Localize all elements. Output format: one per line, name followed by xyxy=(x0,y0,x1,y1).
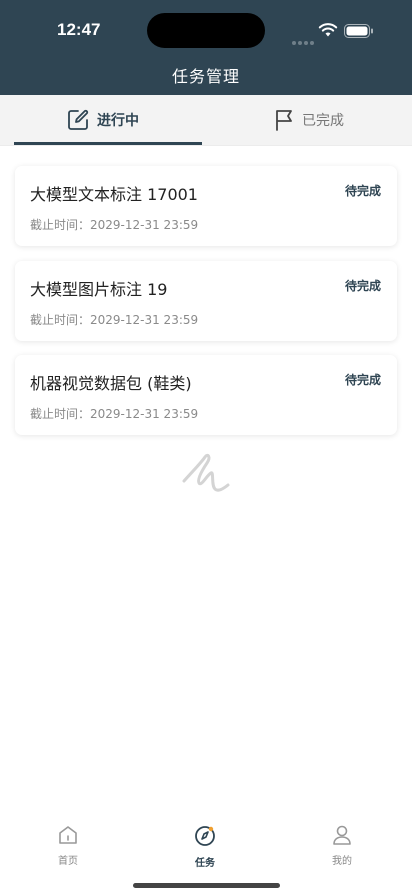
nav-item-home[interactable]: 首页 xyxy=(38,824,98,868)
app-header: 12:47 任务管理 xyxy=(0,0,412,95)
task-title: 大模型图片标注 19 xyxy=(30,280,168,299)
nav-label: 首页 xyxy=(58,856,78,867)
loading-squiggle-icon xyxy=(182,453,230,492)
page-title: 任务管理 xyxy=(171,67,240,86)
tab-completed[interactable]: 已完成 xyxy=(206,95,412,145)
task-card[interactable]: 机器视觉数据包 (鞋类) 待完成 截止时间：2029-12-31 23:59 xyxy=(15,355,397,435)
user-icon xyxy=(333,825,351,845)
task-deadline: 截止时间：2029-12-31 23:59 xyxy=(30,407,199,421)
edit-icon xyxy=(68,109,89,130)
home-icon xyxy=(59,826,77,844)
compass-icon xyxy=(195,826,215,846)
dynamic-island xyxy=(147,13,265,48)
home-indicator xyxy=(133,883,280,888)
task-card[interactable]: 大模型图片标注 19 待完成 截止时间：2029-12-31 23:59 xyxy=(15,261,397,341)
battery-icon xyxy=(344,24,373,38)
active-tab-indicator xyxy=(14,142,202,145)
wifi-icon xyxy=(318,23,338,37)
nav-label: 任务 xyxy=(195,858,215,869)
tab-label: 进行中 xyxy=(97,113,139,129)
nav-label: 我的 xyxy=(332,856,352,867)
flag-icon xyxy=(276,110,292,131)
tab-in-progress[interactable]: 进行中 xyxy=(0,95,206,145)
nav-item-tasks[interactable]: 任务 xyxy=(175,824,235,870)
task-status: 待完成 xyxy=(344,373,381,387)
task-status: 待完成 xyxy=(344,279,381,293)
task-title: 机器视觉数据包 (鞋类) xyxy=(30,374,192,393)
task-deadline: 截止时间：2029-12-31 23:59 xyxy=(30,218,199,232)
nav-item-profile[interactable]: 我的 xyxy=(312,824,372,868)
task-deadline: 截止时间：2029-12-31 23:59 xyxy=(30,313,199,327)
signal-icon xyxy=(292,30,316,45)
status-time: 12:47 xyxy=(57,20,101,39)
tab-bar: 进行中 已完成 xyxy=(0,95,412,146)
task-status: 待完成 xyxy=(344,184,381,198)
task-card[interactable]: 大模型文本标注 17001 待完成 截止时间：2029-12-31 23:59 xyxy=(15,166,397,246)
task-title: 大模型文本标注 17001 xyxy=(30,185,198,204)
tab-label: 已完成 xyxy=(302,113,344,129)
